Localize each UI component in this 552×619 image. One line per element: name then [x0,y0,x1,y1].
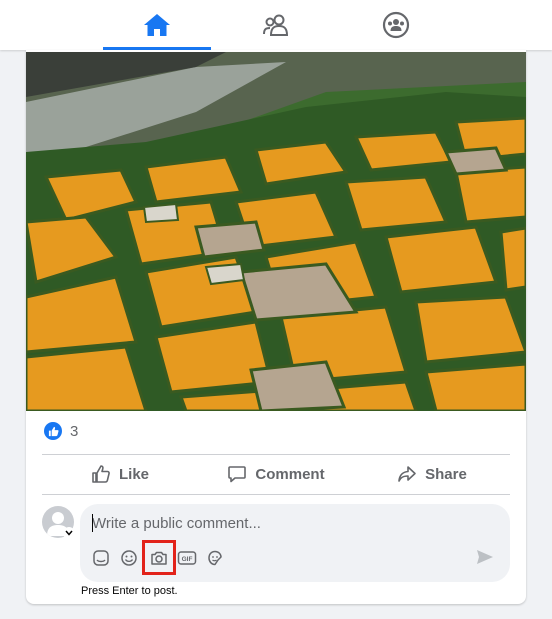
tab-groups[interactable] [342,0,450,50]
svg-text:GIF: GIF [182,556,193,563]
gif-button[interactable]: GIF [176,547,198,569]
avatar-sticker-icon [208,550,222,566]
comment-composer: GIF [80,504,510,582]
post-actions: Like Comment Share [42,455,510,493]
post-card: 3 Like Comment Share Write a public comm… [26,50,526,604]
reaction-count: 3 [70,422,79,440]
send-button[interactable] [476,549,494,570]
send-arrow-icon [477,550,493,564]
emoji-button[interactable] [118,547,140,569]
share-arrow-icon [398,466,416,482]
highlighted-camera-box [142,540,176,575]
reaction-summary[interactable]: 3 [44,422,78,440]
text-caret [92,514,93,532]
tab-home[interactable] [103,0,211,50]
avatar-sticker-button[interactable] [204,547,226,569]
gif-icon: GIF [177,551,197,565]
sticker-icon [93,550,109,566]
thumbs-up-icon [92,465,110,483]
comment-input[interactable] [92,512,472,534]
home-icon [144,14,170,36]
share-label: Share [425,465,467,483]
groups-icon [382,11,410,39]
like-reaction-icon [44,422,62,440]
post-hint: Press Enter to post. [81,585,178,597]
top-navigation-bar [0,0,552,50]
chevron-down-icon [65,530,73,536]
comment-bubble-icon [228,466,247,483]
friends-icon [263,14,289,36]
sticker-button[interactable] [90,547,112,569]
like-button[interactable]: Like [42,455,198,493]
like-label: Like [118,465,149,483]
post-photo[interactable] [26,52,526,411]
tab-friends[interactable] [222,0,330,50]
emoji-icon [121,550,137,566]
comment-button[interactable]: Comment [198,455,354,493]
share-button[interactable]: Share [354,455,510,493]
comment-label: Comment [255,465,325,483]
avatar-dropdown[interactable] [63,527,75,539]
actions-divider-bottom [42,494,510,495]
